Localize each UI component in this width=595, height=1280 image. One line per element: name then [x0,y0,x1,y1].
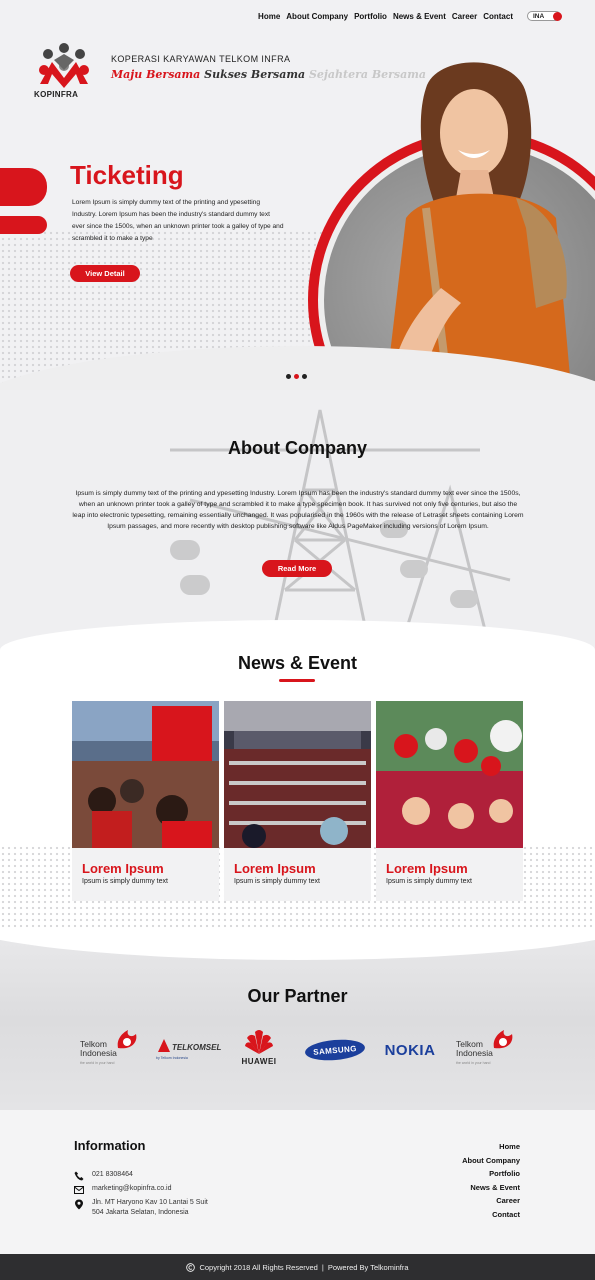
footer-address-line-1: Jln. MT Haryono Kav 10 Lantai 5 Suit [92,1199,208,1206]
language-toggle-knob [553,12,562,21]
footer-phone[interactable]: 021 8308464 [92,1170,133,1180]
hero-title: Ticketing [70,160,184,190]
footer-link-career[interactable]: Career [462,1194,520,1208]
samsung-ellipse: SAMSUNG [304,1037,366,1063]
nokia-wordmark: NOKIA [384,1041,436,1059]
footer-email[interactable]: marketing@kopinfra.co.id [92,1184,171,1194]
about-title: About Company [228,438,367,458]
company-name: KOPERASI KARYAWAN TELKOM INFRA [111,54,291,64]
copyright-bar: Copyright 2018 All Rights Reserved | Pow… [0,1254,595,1280]
footer-link-contact[interactable]: Contact [462,1208,520,1222]
location-pin-icon [75,1199,83,1210]
samsung-wordmark: SAMSUNG [312,1043,358,1057]
news-card-1[interactable]: Lorem Ipsum Ipsum is simply dummy text [72,701,219,901]
partner-title: Our Partner [247,986,348,1006]
tagline: Maju Bersama Sukses Bersama Sejahtera Be… [111,68,426,81]
telkom-wordmark: Telkom Indonesia [80,1040,117,1058]
footer-phone-row: 021 8308464 [74,1170,133,1181]
nav-portfolio[interactable]: Portfolio [354,12,387,21]
about-section: About Company Ipsum is simply dummy text… [0,390,595,650]
partner-logo-samsung[interactable]: SAMSUNG [304,1028,366,1072]
telkom-wordmark: Telkom Indonesia [456,1040,493,1058]
powered-by-text: Powered By Telkominfra [327,1262,409,1272]
news-card-image-3 [376,701,523,848]
language-toggle[interactable]: INA [527,11,562,21]
nav-contact[interactable]: Contact [483,12,513,21]
tagline-part-3: Sejahtera Bersama [308,68,427,81]
partner-logo-telkom-2[interactable]: Telkom Indonesia the world in your hand [452,1028,514,1072]
language-label: INA [533,12,545,20]
footer-address-row: Jln. MT Haryono Kav 10 Lantai 5 Suit 504… [74,1198,208,1218]
partner-logo-telkomsel[interactable]: TELKOMSEL by Telkom Indonesia [152,1028,222,1072]
slider-dot-2[interactable] [294,374,299,379]
telkom-line-2: Indonesia [80,1048,117,1058]
decor-red-tab-small [0,216,47,234]
telkom-tag: the world in your hand [80,1061,115,1065]
partner-logo-huawei[interactable]: HUAWEI [234,1028,284,1072]
mail-icon [74,1186,84,1194]
decor-red-tab [0,168,47,206]
footer: Information 021 8308464 marketing@kopinf… [0,1110,595,1254]
hero-section: KOPINFRA KOPERASI KARYAWAN TELKOM INFRA … [0,0,595,400]
copyright-separator: | [321,1262,324,1272]
news-card-2[interactable]: Lorem Ipsum Ipsum is simply dummy text [224,701,371,901]
telkomsel-wordmark: TELKOMSEL [172,1043,222,1052]
telkom-flame-icon [493,1030,513,1049]
read-more-button[interactable]: Read More [262,560,332,577]
partner-top-curve [0,930,595,960]
footer-link-about-company[interactable]: About Company [462,1154,520,1168]
partner-section: Our Partner Telkom Indonesia the world i… [0,930,595,1110]
footer-link-portfolio[interactable]: Portfolio [462,1167,520,1181]
news-card-3[interactable]: Lorem Ipsum Ipsum is simply dummy text [376,701,523,901]
news-card-title-2: Lorem Ipsum [234,861,316,876]
hero-person-image [386,62,571,388]
footer-links: Home About Company Portfolio News & Even… [462,1140,520,1221]
telkom-flame-icon [117,1030,137,1049]
slider-dot-1[interactable] [286,374,291,379]
nav-home[interactable]: Home [258,12,280,21]
footer-link-news-event[interactable]: News & Event [462,1181,520,1195]
tagline-part-1: Maju Bersama [111,68,201,81]
footer-address-line-2: 504 Jakarta Selatan, Indonesia [92,1209,189,1216]
huawei-flower-icon [245,1030,273,1054]
news-card-title-1: Lorem Ipsum [82,861,164,876]
top-nav: Home About Company Portfolio News & Even… [258,11,562,21]
news-title-underline [279,679,315,682]
news-title: News & Event [237,653,358,673]
news-card-image-2 [224,701,371,848]
footer-address: Jln. MT Haryono Kav 10 Lantai 5 Suit 504… [92,1198,208,1218]
telkom-tag: the world in your hand [456,1061,491,1065]
news-card-sub-3: Ipsum is simply dummy text [386,878,472,885]
nav-career[interactable]: Career [452,12,477,21]
slider-dot-3[interactable] [302,374,307,379]
hero-text: Lorem Ipsum is simply dummy text of the … [72,199,284,242]
news-card-sub-2: Ipsum is simply dummy text [234,878,320,885]
footer-link-home[interactable]: Home [462,1140,520,1154]
news-section: News & Event Lorem Ipsum Ipsum is simply… [0,620,595,960]
news-card-sub-1: Ipsum is simply dummy text [82,878,168,885]
slider-dots [286,374,307,379]
telkomsel-tag: by Telkom Indonesia [156,1056,188,1060]
phone-icon [74,1171,84,1181]
copyright-text: Copyright 2018 All Rights Reserved [199,1262,318,1272]
partner-logo-telkom-1[interactable]: Telkom Indonesia the world in your hand [76,1028,138,1072]
huawei-wordmark: HUAWEI [241,1057,277,1066]
view-detail-button[interactable]: View Detail [70,265,140,282]
footer-email-row: marketing@kopinfra.co.id [74,1184,171,1195]
nav-news-event[interactable]: News & Event [393,12,446,21]
about-text: Ipsum is simply dummy text of the printi… [72,490,524,530]
logo-text: KOPINFRA [34,90,79,99]
news-card-title-3: Lorem Ipsum [386,861,468,876]
telkomsel-icon [158,1039,170,1052]
partner-logo-nokia[interactable]: NOKIA [376,1028,444,1072]
nav-about-company[interactable]: About Company [286,12,348,21]
footer-info-title: Information [74,1138,146,1153]
telkom-line-2: Indonesia [456,1048,493,1058]
news-card-image-1 [72,701,219,848]
copyright-icon [186,1262,196,1272]
tagline-part-2: Sukses Bersama [204,68,306,81]
